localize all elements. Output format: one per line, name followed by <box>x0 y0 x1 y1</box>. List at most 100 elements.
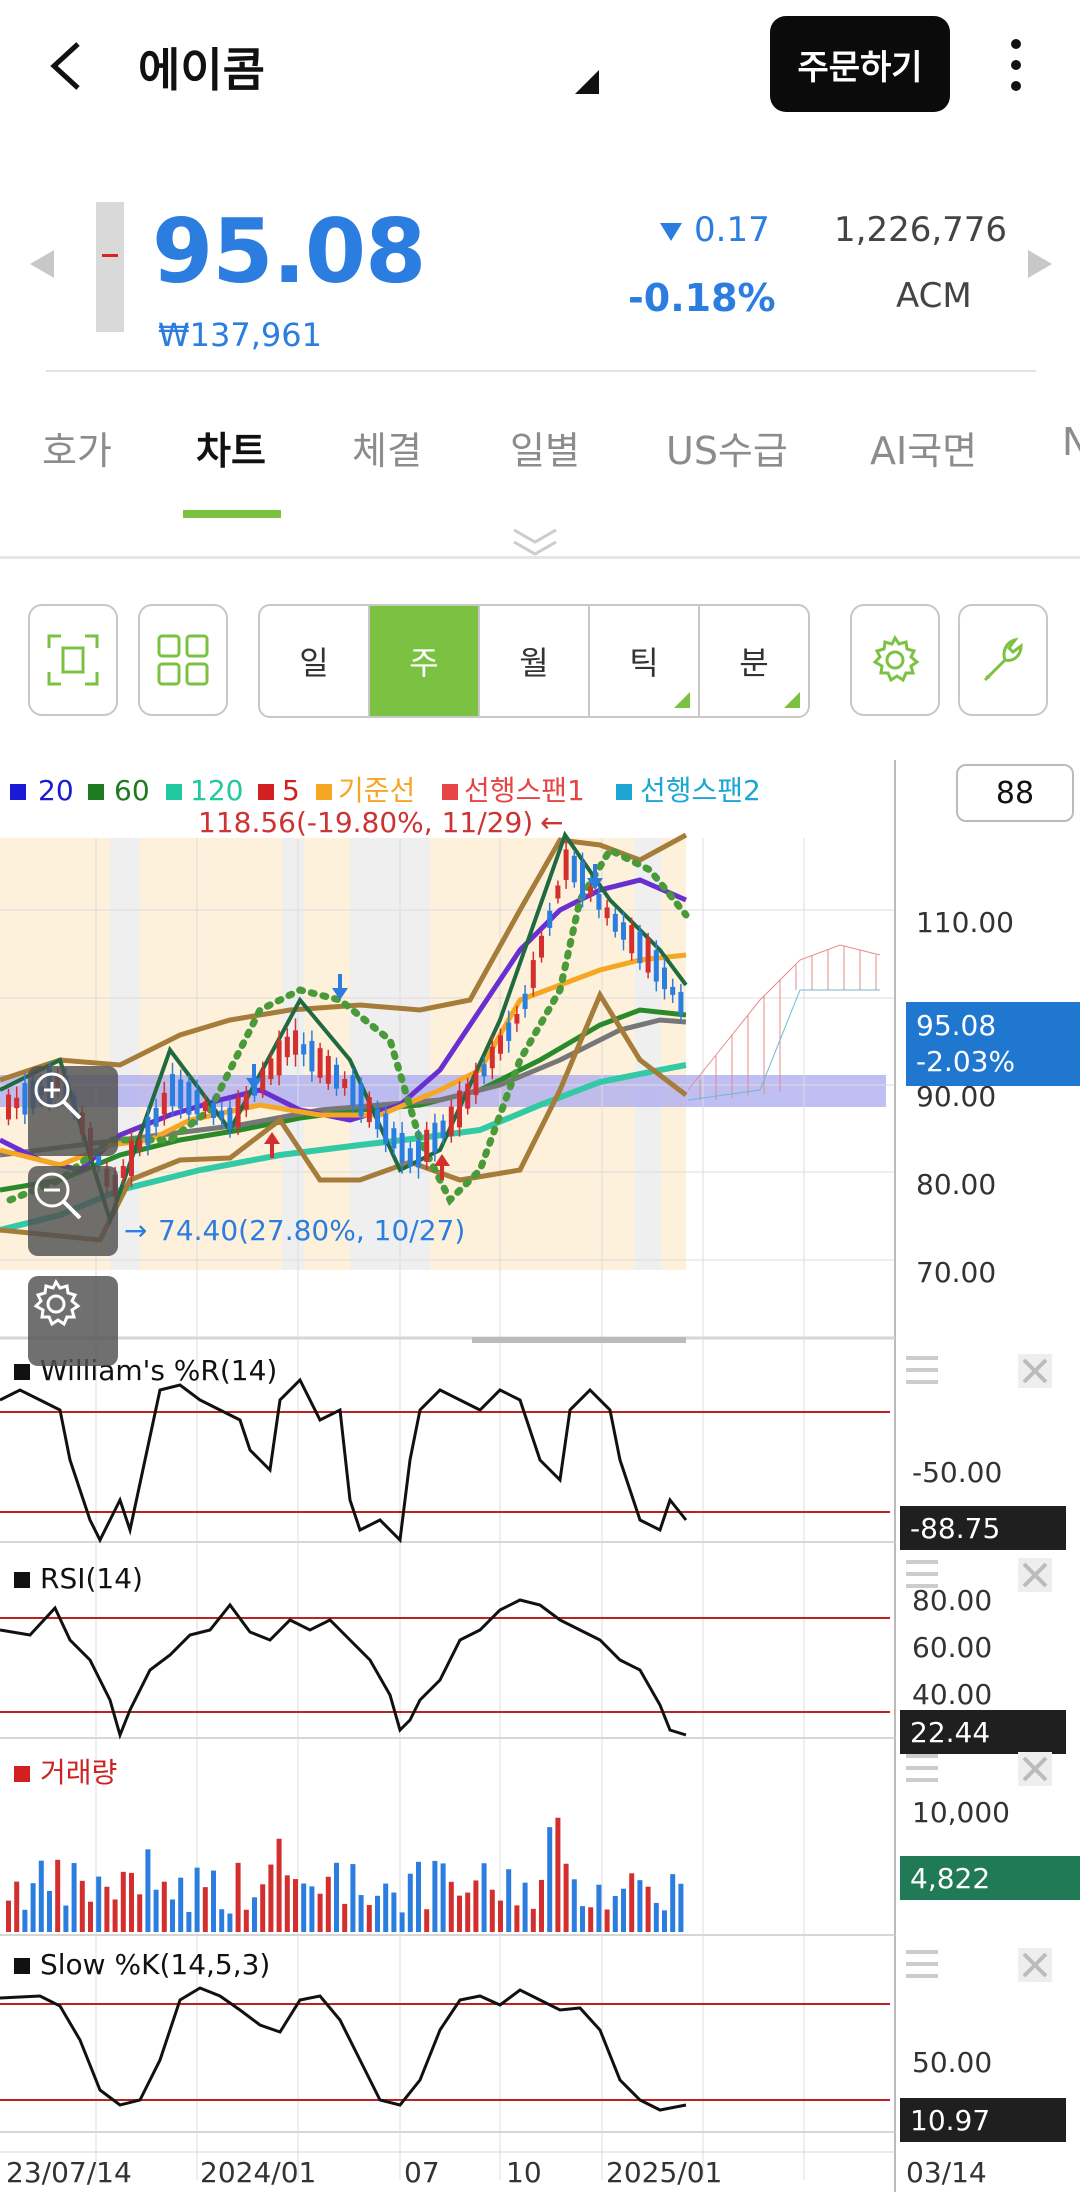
volume-value: 4,822 <box>910 1862 990 1895</box>
rsi-tick: 80.00 <box>912 1584 992 1617</box>
chart-tools-button[interactable] <box>958 604 1048 716</box>
more-menu-button[interactable] <box>996 30 1036 100</box>
chart-settings-button[interactable] <box>850 604 940 716</box>
volume-bar <box>522 1882 528 1932</box>
volume-bar <box>629 1873 635 1932</box>
volume-bar <box>440 1863 446 1932</box>
candle-body <box>424 1129 430 1162</box>
fullscreen-icon <box>47 634 99 686</box>
volume-bar <box>514 1905 520 1932</box>
panel-swatch <box>14 1766 30 1782</box>
x-label: 03/14 <box>906 2156 987 2189</box>
shade-band <box>410 838 430 1270</box>
period-tick[interactable]: 틱 <box>590 606 700 716</box>
candle-body <box>6 1094 11 1120</box>
period-week[interactable]: 주 <box>370 606 480 716</box>
volume-bar <box>317 1893 323 1932</box>
panel-menu-icon[interactable] <box>906 1560 938 1588</box>
panel-menu-icon[interactable] <box>906 1356 938 1384</box>
next-stock-arrow-icon[interactable] <box>1028 250 1052 278</box>
candle-body <box>276 1040 282 1076</box>
divider <box>46 370 1036 372</box>
volume-bar <box>112 1899 118 1932</box>
panel-close-icon[interactable] <box>1018 1354 1052 1388</box>
chart-overlay-settings-button[interactable] <box>28 1276 118 1366</box>
low-annotation-arrow-icon: → <box>124 1214 147 1247</box>
panel-close-icon[interactable] <box>1018 1948 1052 1982</box>
volume-bar <box>38 1860 44 1932</box>
volume-bar <box>612 1895 618 1932</box>
candle-body <box>137 1140 143 1150</box>
candle-body <box>629 925 635 954</box>
slowk-panel: Slow %K(14,5,3) 50.00 <box>0 1948 992 2133</box>
tab-ai-phase[interactable]: AI국면 <box>870 420 977 475</box>
tab-hoga[interactable]: 호가 <box>42 420 112 475</box>
corner-triangle-icon <box>784 692 800 708</box>
candle-body <box>399 1132 405 1163</box>
volume-bar <box>194 1867 200 1932</box>
fullscreen-button[interactable] <box>28 604 118 716</box>
x-label: 23/07/14 <box>6 2156 132 2189</box>
legend-span2: 선행스팬2 <box>640 774 761 807</box>
panel-close-icon[interactable] <box>1018 1558 1052 1592</box>
volume-bar <box>366 1905 372 1932</box>
panel-menu-icon[interactable] <box>906 1950 938 1978</box>
candle-body <box>366 1097 372 1123</box>
zoom-in-button[interactable] <box>28 1066 118 1156</box>
slowk-tick: 50.00 <box>912 2046 992 2079</box>
dropdown-corner-icon[interactable] <box>575 70 599 94</box>
back-button[interactable] <box>40 30 100 100</box>
tab-daily[interactable]: 일별 <box>510 420 580 475</box>
volume-bar <box>301 1883 307 1932</box>
zoom-out-button[interactable] <box>28 1166 118 1256</box>
price-change: 0.17 <box>660 210 770 250</box>
chart-canvas[interactable]: 118.56(-19.80%, 11/29) ← → 74.40(27.80%,… <box>0 760 1080 2192</box>
volume-bar <box>399 1912 405 1932</box>
period-count-box[interactable]: 88 <box>956 764 1074 822</box>
volume-bar <box>506 1869 512 1932</box>
tab-us-flow[interactable]: US수급 <box>666 420 788 475</box>
period-minute[interactable]: 분 <box>700 606 808 716</box>
double-chevron-down-icon[interactable] <box>510 526 560 560</box>
low-annotation: 74.40(27.80%, 10/27) <box>158 1214 465 1247</box>
volume-bar <box>432 1860 438 1932</box>
tab-trades[interactable]: 체결 <box>352 420 422 475</box>
candle-body <box>522 993 528 1009</box>
candle-body <box>653 950 659 982</box>
candle-body <box>514 1014 520 1024</box>
candle-body <box>260 1069 266 1091</box>
period-day[interactable]: 일 <box>260 606 370 716</box>
volume-bar <box>137 1894 143 1932</box>
candle-body <box>489 1046 495 1069</box>
legend-swatch <box>616 784 632 800</box>
rsi-tick: 40.00 <box>912 1678 992 1711</box>
current-pct-badge-value: -2.03% <box>916 1045 1016 1078</box>
prev-stock-arrow-icon[interactable] <box>30 250 54 278</box>
panel-close-icon[interactable] <box>1018 1752 1052 1786</box>
period-month[interactable]: 월 <box>480 606 590 716</box>
volume-bar <box>563 1863 569 1932</box>
volume-bar <box>465 1892 471 1932</box>
x-label: 07 <box>404 2156 440 2189</box>
volume-bar <box>391 1892 397 1932</box>
multi-chart-button[interactable] <box>138 604 228 716</box>
volume-bar <box>498 1900 503 1932</box>
volume-bars <box>6 1817 684 1932</box>
stock-chart[interactable]: 118.56(-19.80%, 11/29) ← → 74.40(27.80%,… <box>0 760 1080 2192</box>
volume-bar <box>120 1871 126 1932</box>
candle-body <box>178 1079 184 1109</box>
order-button[interactable]: 주문하기 <box>770 16 950 112</box>
candle-body <box>530 960 536 988</box>
volume-panel: 거래량 10,000 <box>0 1756 1010 1936</box>
volume-bar <box>309 1886 315 1932</box>
volume-bar <box>55 1859 61 1932</box>
volume-bar <box>580 1906 585 1932</box>
wrench-icon <box>983 637 1023 682</box>
tab-more[interactable]: N <box>1062 420 1080 464</box>
candle-body <box>596 894 602 910</box>
volume-bar <box>678 1883 684 1932</box>
candle-body <box>342 1078 348 1089</box>
volume-bar <box>448 1881 454 1932</box>
tab-chart[interactable]: 차트 <box>196 420 266 475</box>
panel-menu-icon[interactable] <box>906 1754 938 1782</box>
